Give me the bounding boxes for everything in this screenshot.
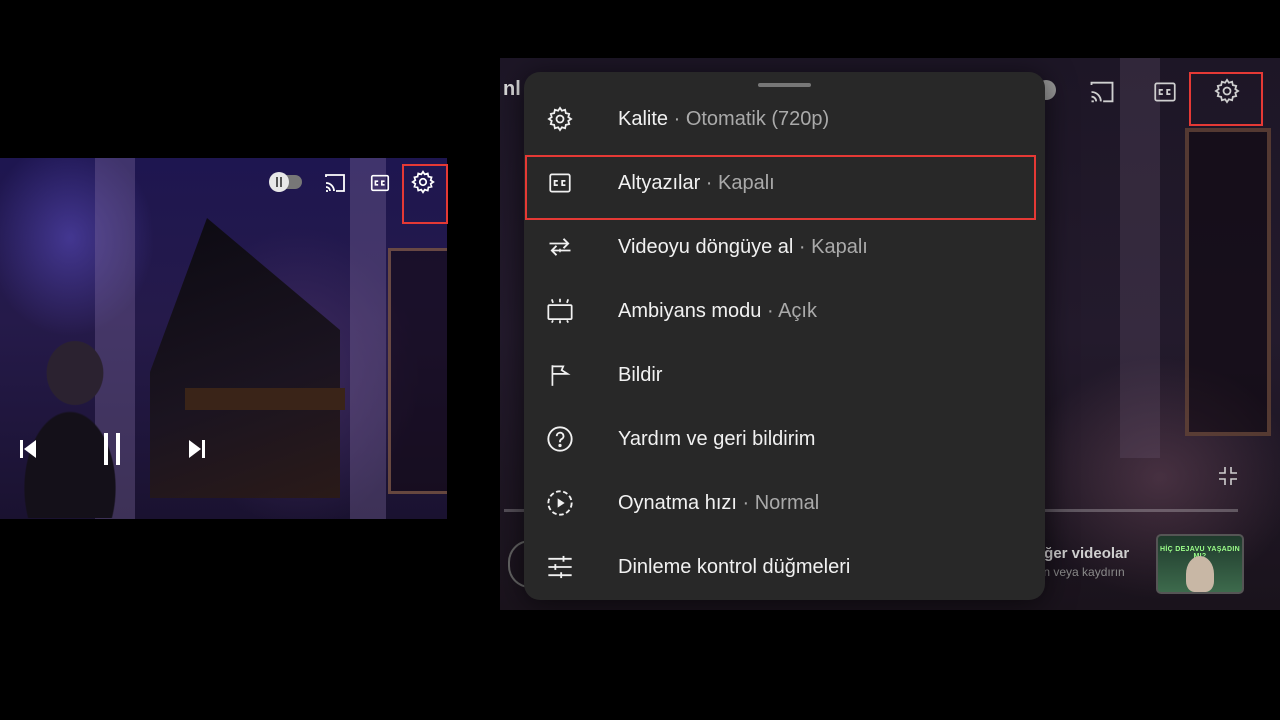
more-videos-subtitle: ın veya kaydırın xyxy=(1040,565,1125,579)
menu-separator: · xyxy=(668,107,686,130)
highlight-box-right-settings xyxy=(1189,72,1263,126)
menu-label: Ambiyans modu xyxy=(618,299,762,322)
menu-label: Oynatma hızı xyxy=(618,491,737,514)
cc-icon[interactable] xyxy=(367,170,393,196)
menu-label: Bildir xyxy=(618,363,663,386)
loop-icon xyxy=(546,233,574,261)
piano-shape xyxy=(150,218,340,498)
menu-item-playback-speed[interactable]: Oynatma hızı · Normal xyxy=(524,471,1045,535)
pianist-shape xyxy=(20,338,130,518)
piano-keys xyxy=(185,388,345,410)
playback-speed-icon xyxy=(546,489,574,517)
menu-item-help[interactable]: Yardım ve geri bildirim xyxy=(524,407,1045,471)
menu-item-report[interactable]: Bildir xyxy=(524,343,1045,407)
cast-icon[interactable] xyxy=(1087,77,1117,107)
left-video-player[interactable] xyxy=(0,158,447,519)
menu-value: Kapalı xyxy=(811,235,868,258)
menu-item-listening-controls[interactable]: Dinleme kontrol düğmeleri xyxy=(524,535,1045,599)
menu-item-quality[interactable]: Kalite · Otomatik (720p) xyxy=(524,87,1045,151)
menu-label: Kalite xyxy=(618,107,669,130)
menu-value: Otomatik (720p) xyxy=(685,107,830,130)
background-pillar xyxy=(350,158,386,519)
pause-icon[interactable] xyxy=(98,430,126,468)
menu-separator: · xyxy=(736,491,755,514)
background-pillar xyxy=(1120,58,1160,458)
menu-label: Yardım ve geri bildirim xyxy=(618,427,816,450)
cc-icon[interactable] xyxy=(1150,77,1180,107)
menu-item-ambient-mode[interactable]: Ambiyans modu · Açık xyxy=(524,279,1045,343)
help-icon xyxy=(546,425,574,453)
more-videos-prompt[interactable]: iğer videolar ın veya kaydırın xyxy=(1040,545,1129,579)
highlight-box-subtitles xyxy=(525,155,1036,220)
menu-separator: · xyxy=(793,235,812,258)
menu-separator: · xyxy=(761,299,779,322)
gear-icon xyxy=(546,105,574,133)
menu-value: Açık xyxy=(778,299,817,322)
background-window xyxy=(388,248,447,494)
cast-icon[interactable] xyxy=(322,170,348,196)
thumbnail-face xyxy=(1186,556,1214,592)
menu-item-loop[interactable]: Videoyu döngüye al · Kapalı xyxy=(524,215,1045,279)
exit-fullscreen-icon[interactable] xyxy=(1214,462,1242,490)
previous-icon[interactable] xyxy=(14,435,42,463)
background-window xyxy=(1185,128,1271,436)
video-title-fragment: nl xyxy=(503,78,521,100)
ambient-icon xyxy=(546,297,574,325)
next-icon[interactable] xyxy=(183,435,211,463)
autoplay-toggle[interactable] xyxy=(268,170,304,194)
menu-label: Videoyu döngüye al xyxy=(618,235,794,258)
sliders-icon xyxy=(546,553,574,581)
flag-icon xyxy=(546,361,574,389)
more-videos-title: iğer videolar xyxy=(1040,545,1130,562)
video-thumbnail[interactable]: HİÇ DEJAVU YAŞADIN MI? xyxy=(1156,534,1244,594)
menu-value: Normal xyxy=(754,491,820,514)
highlight-box-left-settings xyxy=(402,164,448,224)
menu-label: Dinleme kontrol düğmeleri xyxy=(618,555,851,578)
settings-sheet: Kalite · Otomatik (720p) Altyazılar · Ka… xyxy=(524,72,1045,600)
